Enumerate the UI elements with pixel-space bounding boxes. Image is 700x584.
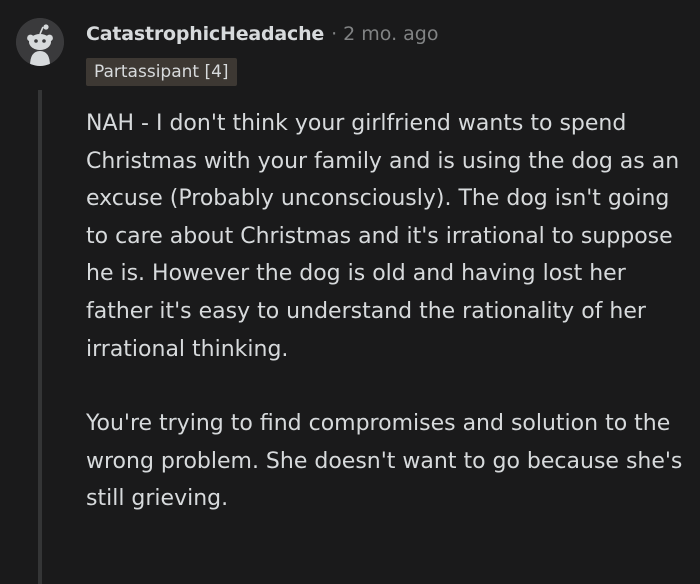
username-link[interactable]: CatastrophicHeadache (86, 23, 324, 45)
user-flair-badge: Partassipant [4] (86, 58, 237, 86)
comment-paragraph: You're trying to find compromises and so… (86, 411, 683, 512)
comment-body: NAH - I don't think your girlfriend want… (86, 105, 686, 518)
comment-paragraph: NAH - I don't think your girlfriend want… (86, 111, 680, 362)
thread-collapse-line[interactable] (38, 90, 42, 584)
snoo-avatar-icon (16, 18, 64, 66)
timestamp-link[interactable]: 2 mo. ago (343, 23, 438, 45)
user-avatar[interactable] (16, 18, 64, 66)
meta-separator: · (331, 23, 338, 45)
comment-header: CatastrophicHeadache · 2 mo. ago (86, 20, 438, 48)
